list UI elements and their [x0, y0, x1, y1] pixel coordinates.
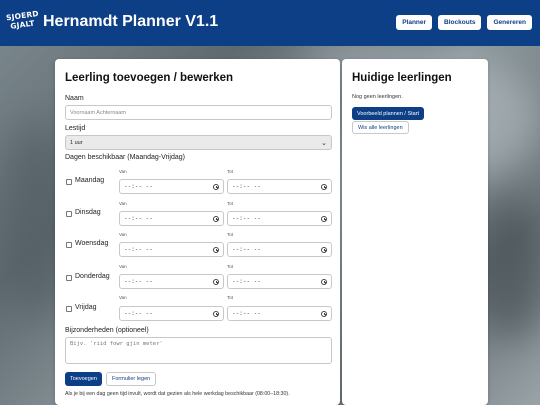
thursday-from-label: Van: [119, 264, 127, 269]
clear-all-students-button[interactable]: Wis alle leerlingen: [352, 121, 409, 134]
nav-blockouts-button[interactable]: Blockouts: [438, 15, 482, 30]
thursday-to-input[interactable]: --:-- --: [227, 274, 332, 289]
availability-hint: Als je bij een dag geen tijd invult, wor…: [65, 391, 290, 397]
notes-textarea[interactable]: Bijv. 'riid fowr gjin meter': [65, 337, 332, 364]
monday-to-label: Tot: [227, 169, 234, 174]
clock-icon: [213, 216, 219, 222]
friday-to-label: Tot: [227, 295, 234, 300]
time-placeholder: --:-- --: [124, 183, 153, 190]
students-card: Huidige leerlingen Nog geen leerlingen. …: [342, 59, 488, 405]
time-placeholder: --:-- --: [232, 310, 261, 317]
thursday-to-label: Tot: [227, 264, 234, 269]
clock-icon: [321, 279, 327, 285]
thursday-from-input[interactable]: --:-- --: [119, 274, 224, 289]
student-form-card: Leerling toevoegen / bewerken Naam Voorn…: [55, 59, 340, 405]
time-placeholder: --:-- --: [124, 246, 153, 253]
monday-label: Maandag: [75, 177, 105, 184]
nav-planner-button[interactable]: Planner: [396, 15, 433, 30]
notes-label: Bijzonderheden (optioneel): [65, 327, 149, 334]
wednesday-to-input[interactable]: --:-- --: [227, 242, 332, 257]
tuesday-from-label: Van: [119, 201, 127, 206]
time-placeholder: --:-- --: [124, 278, 153, 285]
add-student-button[interactable]: Toevoegen: [65, 372, 102, 386]
monday-from-input[interactable]: --:-- --: [119, 179, 224, 194]
brand-logo: SJOERD GJALT: [5, 8, 40, 31]
top-nav: Planner Blockouts Genereren: [396, 15, 532, 30]
example-plan-button[interactable]: Voorbeeld plannen / Start: [352, 107, 425, 120]
thursday-label: Donderdag: [75, 273, 110, 280]
nav-generate-button[interactable]: Genereren: [487, 15, 532, 30]
app-title: Hernamdt Planner V1.1: [43, 13, 219, 30]
tuesday-label: Dinsdag: [75, 209, 101, 216]
friday-checkbox[interactable]: [66, 306, 72, 312]
monday-checkbox[interactable]: [66, 179, 72, 185]
clock-icon: [213, 311, 219, 317]
empty-students-text: Nog geen leerlingen.: [352, 94, 403, 100]
time-placeholder: --:-- --: [232, 183, 261, 190]
time-placeholder: --:-- --: [124, 215, 153, 222]
days-label: Dagen beschikbaar (Maandag-Vrijdag): [65, 154, 185, 161]
friday-from-input[interactable]: --:-- --: [119, 306, 224, 321]
clear-form-button[interactable]: Formulier legen: [106, 372, 157, 386]
name-input[interactable]: Voornaam Achternaam: [65, 105, 332, 120]
clock-icon: [213, 184, 219, 190]
clock-icon: [321, 184, 327, 190]
clock-icon: [213, 247, 219, 253]
friday-from-label: Van: [119, 295, 127, 300]
students-heading: Huidige leerlingen: [352, 72, 452, 84]
wednesday-label: Woensdag: [75, 240, 109, 247]
tuesday-to-label: Tot: [227, 201, 234, 206]
tuesday-checkbox[interactable]: [66, 211, 72, 217]
time-placeholder: --:-- --: [232, 278, 261, 285]
tuesday-from-input[interactable]: --:-- --: [119, 211, 224, 226]
lesson-time-select[interactable]: 1 uur ⌄: [65, 135, 332, 150]
wednesday-to-label: Tot: [227, 232, 234, 237]
chevron-down-icon: ⌄: [321, 139, 327, 147]
friday-label: Vrijdag: [75, 304, 97, 311]
thursday-checkbox[interactable]: [66, 275, 72, 281]
clock-icon: [321, 311, 327, 317]
wednesday-checkbox[interactable]: [66, 242, 72, 248]
monday-to-input[interactable]: --:-- --: [227, 179, 332, 194]
time-placeholder: --:-- --: [232, 246, 261, 253]
wednesday-from-label: Van: [119, 232, 127, 237]
clock-icon: [321, 247, 327, 253]
wednesday-from-input[interactable]: --:-- --: [119, 242, 224, 257]
name-label: Naam: [65, 95, 84, 102]
clock-icon: [321, 216, 327, 222]
friday-to-input[interactable]: --:-- --: [227, 306, 332, 321]
tuesday-to-input[interactable]: --:-- --: [227, 211, 332, 226]
lesson-time-value: 1 uur: [70, 139, 83, 146]
form-heading: Leerling toevoegen / bewerken: [65, 72, 234, 84]
time-placeholder: --:-- --: [124, 310, 153, 317]
monday-from-label: Van: [119, 169, 127, 174]
app-header: SJOERD GJALT Hernamdt Planner V1.1 Plann…: [0, 0, 540, 46]
clock-icon: [213, 279, 219, 285]
lesson-time-label: Lestijd: [65, 125, 86, 132]
time-placeholder: --:-- --: [232, 215, 261, 222]
